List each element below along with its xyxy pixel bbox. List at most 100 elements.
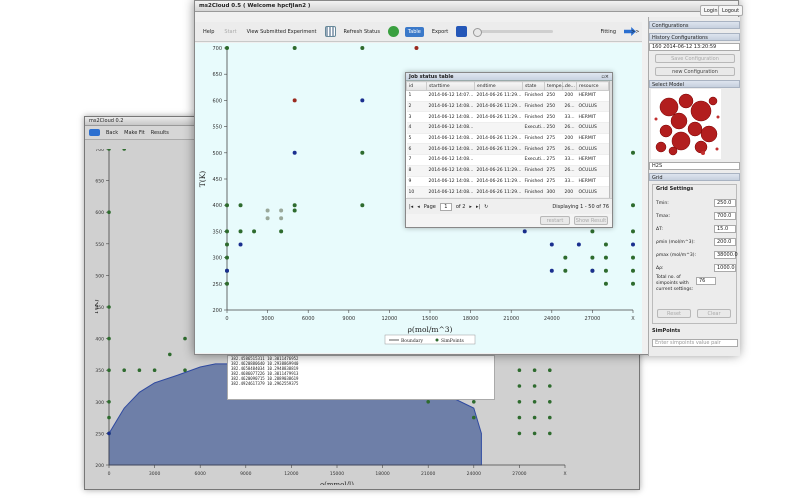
table-cell: 2014-06-12 14:08... xyxy=(426,143,475,156)
grid-field-input[interactable]: 200.0 xyxy=(714,238,736,246)
data-point-green xyxy=(631,229,635,234)
x-tick-label: 0 xyxy=(108,471,111,477)
model-select[interactable]: H2S xyxy=(649,162,740,170)
save-configuration-button[interactable]: Save Configuration xyxy=(655,54,735,63)
start-button[interactable]: Start xyxy=(222,28,238,36)
column-header[interactable]: id xyxy=(406,81,427,91)
column-header[interactable]: de... xyxy=(562,81,577,91)
table-row[interactable]: 9 2014-06-12 14:08... 2014-06-26 11:29... F… xyxy=(406,176,609,188)
page-input[interactable]: 1 xyxy=(439,202,452,211)
column-header[interactable]: state xyxy=(522,81,545,91)
view-submitted-button[interactable]: View Submitted Experiment xyxy=(245,28,319,36)
table-button[interactable]: Table xyxy=(404,26,424,37)
main-toolbar: Help Start View Submitted Experiment Ref… xyxy=(195,22,642,42)
clear-button[interactable]: Clear xyxy=(697,309,731,318)
y-tick-label: 350 xyxy=(212,229,222,235)
grid-field-input[interactable]: 250.0 xyxy=(714,199,736,207)
table-cell: 275 xyxy=(544,154,563,166)
back-button[interactable]: Back xyxy=(106,130,118,136)
data-point-green xyxy=(548,400,552,404)
zoom-slider[interactable] xyxy=(473,28,554,37)
grid-field-input[interactable]: 38000.0 xyxy=(714,251,738,259)
table-row[interactable]: 8 2014-06-12 14:08... 2014-06-26 11:29... F… xyxy=(406,165,609,177)
data-point-blue xyxy=(107,431,111,436)
y-tick-label: 600 xyxy=(212,98,222,104)
expand-chevron-icon[interactable]: >> xyxy=(631,29,639,35)
table-row[interactable]: 7 2014-06-12 14:08... Executi... 275 33... HE… xyxy=(406,154,609,166)
column-header[interactable]: starttime xyxy=(426,81,475,91)
data-point-green xyxy=(152,368,157,372)
show-result-button[interactable]: Show Result xyxy=(574,216,608,225)
x-tick-label: 15000 xyxy=(422,316,438,322)
grid-field-input[interactable]: 1000.0 xyxy=(714,264,736,272)
make-fit-button[interactable]: Make Fit xyxy=(124,130,145,136)
data-point-green xyxy=(292,46,297,50)
next-page-icon[interactable]: ▸ xyxy=(469,204,472,210)
first-page-icon[interactable]: |◂ xyxy=(409,204,413,210)
help-button[interactable]: Help xyxy=(201,28,216,36)
data-point-green xyxy=(517,431,522,436)
data-point-blue xyxy=(238,242,243,247)
grid-field-input[interactable]: 700.0 xyxy=(714,212,736,220)
molecule-atom xyxy=(678,93,694,109)
refresh-icon[interactable] xyxy=(387,26,399,37)
column-header[interactable]: endtime xyxy=(474,81,523,91)
results-button[interactable]: Results xyxy=(151,130,169,136)
table-cell: 2014-06-26 11:29... xyxy=(474,186,523,198)
table-row[interactable]: 5 2014-06-12 14:08... 2014-06-26 11:29... F… xyxy=(406,133,609,145)
close-icon[interactable]: ▫× xyxy=(601,74,609,80)
displaying-label: Displaying 1 - 50 of 76 xyxy=(552,203,609,210)
reload-icon[interactable]: ↻ xyxy=(484,204,488,210)
table-cell: Finished xyxy=(522,143,545,156)
data-point-green xyxy=(107,336,111,341)
table-cell: 26... xyxy=(562,101,577,113)
history-configurations-header[interactable]: History Configurations xyxy=(649,33,740,41)
simpoints-input[interactable]: Enter simpoints value pair xyxy=(652,339,738,347)
column-header[interactable]: resource xyxy=(576,81,609,91)
table-cell: 4 xyxy=(406,122,427,134)
y-tick-label: 250 xyxy=(212,282,222,288)
select-model-header[interactable]: Select Model xyxy=(649,80,740,88)
table-row[interactable]: 3 2014-06-12 14:08... 2014-06-26 11:29... F… xyxy=(406,111,609,124)
table-cell: 300 xyxy=(544,186,563,198)
column-header[interactable]: tempe... xyxy=(544,81,566,91)
table-cell: Executi... xyxy=(522,122,545,134)
data-point-green xyxy=(532,400,537,404)
table-cell: OCULUS xyxy=(576,122,609,134)
legend-item-simpoints: SimPoints xyxy=(441,338,464,344)
table-row[interactable]: 2 2014-06-12 14:08... 2014-06-26 11:29... F… xyxy=(406,101,609,113)
prev-page-icon[interactable]: ◂ xyxy=(417,204,420,210)
data-point-green xyxy=(548,415,552,420)
reset-button[interactable]: Reset xyxy=(657,309,691,318)
export-button[interactable]: Export xyxy=(430,28,450,36)
data-point-green xyxy=(532,384,537,388)
molecule-atom xyxy=(655,141,667,153)
pagination-bar: |◂ ◂ Page 1 of 2 ▸ ▸| ↻ Displaying 1 - 5… xyxy=(406,198,612,214)
refresh-status-button[interactable]: Refresh Status xyxy=(342,28,382,36)
table-row[interactable]: 4 2014-06-12 14:08... Executi... 250 26... OC… xyxy=(406,122,609,134)
data-point-green xyxy=(426,400,431,404)
y-tick-label: 700 xyxy=(212,46,222,52)
save-icon[interactable] xyxy=(456,26,468,37)
grid-icon[interactable] xyxy=(324,26,336,37)
new-configuration-button[interactable]: new Configuration xyxy=(655,67,735,76)
grid-settings-title: Grid Settings xyxy=(656,186,694,192)
back-arrow-icon[interactable] xyxy=(89,129,100,136)
job-status-table: id starttime endtime state tempe... de... reso… xyxy=(406,81,609,198)
data-point-green xyxy=(279,229,284,234)
table-row[interactable]: 10 2014-06-12 14:08... 2014-06-26 11:29...… xyxy=(406,186,609,198)
restart-button[interactable]: restart xyxy=(540,216,570,225)
data-point-green xyxy=(631,268,635,273)
logout-button[interactable]: Logout xyxy=(718,5,744,16)
grid-header[interactable]: Grid xyxy=(649,173,740,181)
data-point-green xyxy=(225,242,229,247)
table-scrollbar[interactable] xyxy=(609,81,612,198)
job-status-window: Job status table ▫× id starttime endtime st… xyxy=(405,72,613,228)
fitting-button[interactable]: Fitting xyxy=(598,28,618,36)
grid-field-input[interactable]: 15.0 xyxy=(714,225,736,233)
grid-field-row: ρmax (mol/m^3): 38000.0 xyxy=(656,251,738,259)
last-page-icon[interactable]: ▸| xyxy=(476,204,480,210)
history-select[interactable]: 160 2014-06-12 13:20:59 xyxy=(649,43,740,51)
table-row[interactable]: 6 2014-06-12 14:08... 2014-06-26 11:29... F… xyxy=(406,143,609,156)
table-row[interactable]: 1 2014-06-12 14:07... 2014-06-26 11:29... F… xyxy=(406,90,609,102)
